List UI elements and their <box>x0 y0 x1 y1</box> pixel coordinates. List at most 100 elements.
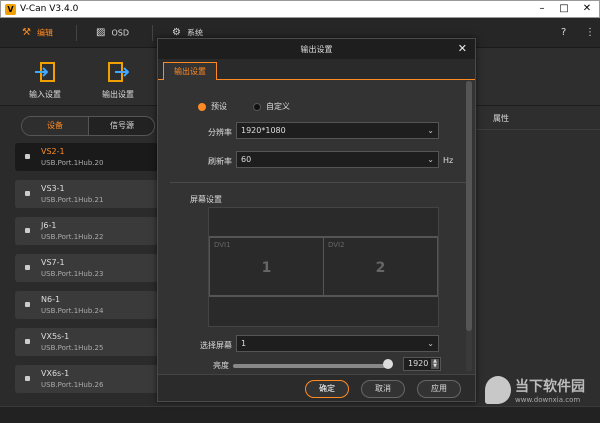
refresh-select[interactable]: 60 ⌄ <box>236 151 439 168</box>
resolution-label: 分辨率 <box>208 128 232 137</box>
chevron-down-icon: ⌄ <box>427 339 434 348</box>
device-status-icon <box>25 339 30 344</box>
watermark-url: www.downxia.com <box>515 396 581 404</box>
title-bar: V V-Can V3.4.0 – □ ✕ <box>0 0 600 18</box>
segment-control: 设备 信号源 <box>21 116 155 136</box>
brightness-value: 1920 <box>408 359 429 368</box>
dialog-header: 输出设置 ✕ <box>158 39 475 59</box>
device-port: USB.Port.1Hub.25 <box>41 344 104 352</box>
brightness-label: 亮度 <box>213 361 229 370</box>
device-status-icon <box>25 302 30 307</box>
chevron-down-icon: ⌄ <box>427 126 434 135</box>
watermark-title: 当下软件园 <box>515 379 585 395</box>
device-port: USB.Port.1Hub.20 <box>41 159 104 167</box>
nav-divider <box>152 25 153 41</box>
output-settings-label: 输出设置 <box>102 90 134 99</box>
device-name: VS3-1 <box>41 184 65 193</box>
property-title: 属性 <box>493 114 509 123</box>
property-header: 属性 <box>475 106 600 130</box>
screen-cell-label: DVI2 <box>328 241 345 249</box>
tab-osd[interactable]: ▨ OSD <box>96 18 129 48</box>
output-settings-icon <box>108 62 129 82</box>
device-name: VX5s-1 <box>41 332 70 341</box>
device-status-icon <box>25 265 30 270</box>
segment-sources[interactable]: 信号源 <box>89 117 155 135</box>
device-port: USB.Port.1Hub.22 <box>41 233 104 241</box>
device-port: USB.Port.1Hub.23 <box>41 270 104 278</box>
radio-off-icon <box>253 102 261 111</box>
output-settings-button[interactable]: 输出设置 <box>88 48 148 106</box>
screen-cell-dvi1[interactable]: DVI1 1 <box>209 237 324 296</box>
apply-button[interactable]: 应用 <box>417 380 461 398</box>
dialog-scrollbar[interactable] <box>466 81 472 371</box>
radio-custom-label: 自定义 <box>266 102 290 111</box>
dialog-close-icon[interactable]: ✕ <box>458 42 467 55</box>
layout-icon: ⚒ <box>22 27 31 38</box>
screen-cell-number: 2 <box>375 260 386 276</box>
close-button[interactable]: ✕ <box>576 1 598 17</box>
radio-on-icon <box>198 102 206 111</box>
restore-button[interactable]: □ <box>553 1 575 17</box>
tab-edit[interactable]: ⚒ 编辑 <box>22 18 53 48</box>
device-item[interactable]: VX6s-1 USB.Port.1Hub.26 <box>15 365 158 393</box>
output-settings-dialog: 输出设置 ✕ 输出设置 预设 自定义 分辨率 1920*1080 ⌄ 刷新率 6… <box>157 38 476 402</box>
device-name: VS2-1 <box>41 147 65 156</box>
help-icon[interactable]: ? <box>561 18 566 48</box>
device-status-icon <box>25 376 30 381</box>
input-settings-label: 输入设置 <box>29 90 61 99</box>
radio-preset-label: 预设 <box>211 102 227 111</box>
device-port: USB.Port.1Hub.24 <box>41 307 104 315</box>
brightness-input[interactable]: 1920 ▲ ▼ <box>403 357 441 371</box>
device-item[interactable]: J6-1 USB.Port.1Hub.22 <box>15 217 158 245</box>
refresh-value: 60 <box>241 155 252 164</box>
image-icon: ▨ <box>96 27 106 38</box>
tab-osd-label: OSD <box>111 28 129 38</box>
divider <box>170 182 466 183</box>
device-name: J6-1 <box>41 221 57 230</box>
more-icon[interactable]: ⋮ <box>585 18 595 48</box>
device-port: USB.Port.1Hub.26 <box>41 381 104 389</box>
minimize-button[interactable]: – <box>531 1 553 17</box>
dialog-tabbar: 输出设置 <box>158 59 475 80</box>
refresh-label: 刷新率 <box>208 157 232 166</box>
device-item[interactable]: VS7-1 USB.Port.1Hub.23 <box>15 254 158 282</box>
device-item[interactable]: VX5s-1 USB.Port.1Hub.25 <box>15 328 158 356</box>
ok-button[interactable]: 确定 <box>305 380 349 398</box>
device-status-icon <box>25 228 30 233</box>
select-screen-dropdown[interactable]: 1 ⌄ <box>236 335 439 352</box>
refresh-unit: Hz <box>443 156 454 165</box>
watermark: 当下软件园 www.downxia.com <box>485 372 597 412</box>
scrollbar-thumb[interactable] <box>466 81 472 331</box>
brightness-slider[interactable] <box>233 364 388 368</box>
dialog-title: 输出设置 <box>300 45 333 54</box>
tab-output-settings[interactable]: 输出设置 <box>163 62 217 80</box>
resolution-value: 1920*1080 <box>241 126 286 135</box>
device-port: USB.Port.1Hub.21 <box>41 196 104 204</box>
watermark-logo-icon <box>485 376 511 404</box>
input-settings-button[interactable]: 输入设置 <box>15 48 75 106</box>
screen-cell-dvi2[interactable]: DVI2 2 <box>323 237 438 296</box>
screen-section-title: 屏幕设置 <box>190 195 222 204</box>
device-name: VX6s-1 <box>41 369 70 378</box>
input-settings-icon <box>35 62 55 82</box>
device-item[interactable]: VS2-1 USB.Port.1Hub.20 <box>15 143 158 171</box>
resolution-select[interactable]: 1920*1080 ⌄ <box>236 122 439 139</box>
radio-preset[interactable]: 预设 <box>198 101 227 113</box>
segment-devices[interactable]: 设备 <box>22 117 88 135</box>
cancel-button[interactable]: 取消 <box>361 380 405 398</box>
device-item[interactable]: N6-1 USB.Port.1Hub.24 <box>15 291 158 319</box>
screen-row: DVI1 1 DVI2 2 <box>209 236 438 297</box>
tab-system-label: 系统 <box>186 28 203 38</box>
app-logo-icon: V <box>5 4 16 15</box>
spinner-icon[interactable]: ▲ ▼ <box>431 359 439 369</box>
brightness-slider-handle[interactable] <box>383 359 393 369</box>
tab-edit-label: 编辑 <box>36 28 53 38</box>
dialog-footer: 确定 取消 应用 <box>158 374 475 401</box>
select-screen-value: 1 <box>241 339 247 348</box>
device-item[interactable]: VS3-1 USB.Port.1Hub.21 <box>15 180 158 208</box>
device-name: N6-1 <box>41 295 61 304</box>
radio-custom[interactable]: 自定义 <box>253 101 290 113</box>
window-title: V-Can V3.4.0 <box>20 4 79 14</box>
select-screen-label: 选择屏幕 <box>200 341 232 350</box>
device-status-icon <box>25 154 30 159</box>
